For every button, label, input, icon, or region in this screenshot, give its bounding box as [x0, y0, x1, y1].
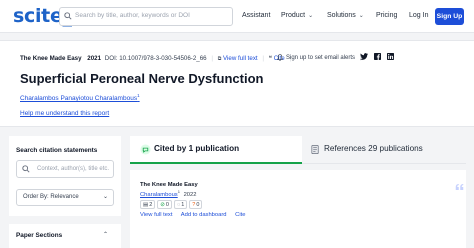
document-icon: ▤	[143, 201, 149, 208]
badge-total-count: 2	[149, 201, 153, 208]
chevron-down-icon: ⌄	[102, 194, 108, 200]
tab-references-label: References 29 publications	[324, 144, 423, 153]
divider: |	[211, 55, 213, 62]
add-to-dashboard-link[interactable]: Add to dashboard	[181, 212, 227, 218]
chevron-down-icon: ⌄	[358, 13, 364, 19]
paper-title: Superficial Peroneal Nerve Dysfunction	[20, 71, 264, 86]
paper-sections-heading: Paper Sections	[16, 232, 63, 239]
citation-cite-link[interactable]: Cite	[235, 212, 245, 218]
author-name: Charalambos Panayiotou Charalambous	[20, 95, 138, 103]
paper-source: The Knee Made Easy	[20, 55, 82, 62]
badge-mentioning: ◌ 1	[173, 200, 188, 209]
citation-actions: View full text Add to dashboard Cite	[140, 212, 252, 218]
badge-total: ▤ 2	[140, 200, 156, 209]
badge-contrasting-count: 0	[196, 201, 200, 208]
help-understand-link[interactable]: Help me understand this report	[20, 110, 109, 117]
view-full-text-link[interactable]: View full text	[223, 55, 258, 62]
nav-pricing[interactable]: Pricing	[376, 12, 397, 19]
paper-doi: DOI: 10.1007/978-3-030-54506-2_66	[104, 55, 207, 62]
citing-source: The Knee Made Easy	[140, 182, 198, 188]
tab-references[interactable]: References 29 publications	[302, 136, 466, 164]
badge-supporting-count: 0	[165, 201, 169, 208]
citing-author-line: Charalambous1 2022	[140, 189, 196, 198]
citing-year: 2022	[183, 191, 197, 198]
nav-login[interactable]: Log In	[409, 12, 428, 19]
paper-meta: The Knee Made Easy 2021 DOI: 10.1007/978…	[20, 55, 294, 62]
author-sup: 1	[137, 93, 140, 98]
external-link-icon: ⧉	[217, 56, 222, 62]
citation-badges: ▤ 2 ⊘ 0 ◌ 1 ? 0	[140, 200, 203, 209]
chevron-down-icon: ⌄	[308, 13, 314, 19]
nav-product[interactable]: Product ⌄	[281, 12, 313, 19]
search-icon	[64, 12, 72, 20]
badge-contrasting: ? 0	[189, 200, 203, 209]
email-alerts-link[interactable]: Sign up to set email alerts |	[277, 54, 362, 61]
search-input[interactable]: Search by title, author, keywords or DOI	[59, 7, 233, 26]
divider: |	[262, 55, 264, 62]
order-by-select[interactable]: Order By: Relevance ⌄	[16, 189, 114, 206]
citation-view-full-text[interactable]: View full text	[140, 212, 172, 218]
check-circle-icon: ⊘	[160, 201, 165, 208]
facebook-icon[interactable]	[374, 53, 381, 60]
order-by-label: Order By: Relevance	[23, 194, 79, 200]
references-icon	[310, 144, 321, 155]
question-circle-icon: ?	[192, 201, 196, 208]
cited-by-icon	[140, 144, 151, 155]
citation-search-placeholder: Context, author(s), title etc.	[37, 166, 110, 172]
citing-author-sup: 1	[177, 189, 180, 194]
linkedin-icon[interactable]	[387, 53, 394, 60]
chevron-up-icon[interactable]: ⌃	[103, 231, 108, 238]
search-icon	[22, 165, 30, 173]
mention-icon: ◌	[176, 201, 181, 208]
citation-search-input[interactable]: Context, author(s), title etc.	[16, 160, 114, 178]
tab-cited-by[interactable]: Cited by 1 publication	[130, 136, 302, 164]
social-share	[360, 53, 394, 60]
badge-mentioning-count: 1	[181, 201, 185, 208]
nav-solutions[interactable]: Solutions ⌄	[327, 12, 364, 19]
badge-supporting: ⊘ 0	[157, 200, 172, 209]
tab-cited-by-label: Cited by 1 publication	[154, 144, 240, 153]
nav-solutions-label: Solutions	[327, 12, 356, 19]
twitter-icon[interactable]	[360, 53, 368, 60]
paper-year: 2021	[87, 55, 102, 62]
quote-icon: ❝	[268, 56, 272, 62]
email-alerts-label: Sign up to set email alerts	[286, 54, 356, 61]
quote-icon	[455, 183, 464, 191]
search-placeholder: Search by title, author, keywords or DOI	[75, 12, 190, 19]
paper-authors[interactable]: Charalambos Panayiotou Charalambous1	[20, 93, 140, 102]
nav-assistant[interactable]: Assistant	[242, 12, 270, 19]
citing-author[interactable]: Charalambous	[140, 192, 178, 198]
bell-icon	[277, 54, 283, 61]
search-citation-heading: Search citation statements	[16, 147, 98, 154]
signup-button[interactable]: Sign Up	[435, 8, 464, 25]
nav-product-label: Product	[281, 12, 306, 19]
